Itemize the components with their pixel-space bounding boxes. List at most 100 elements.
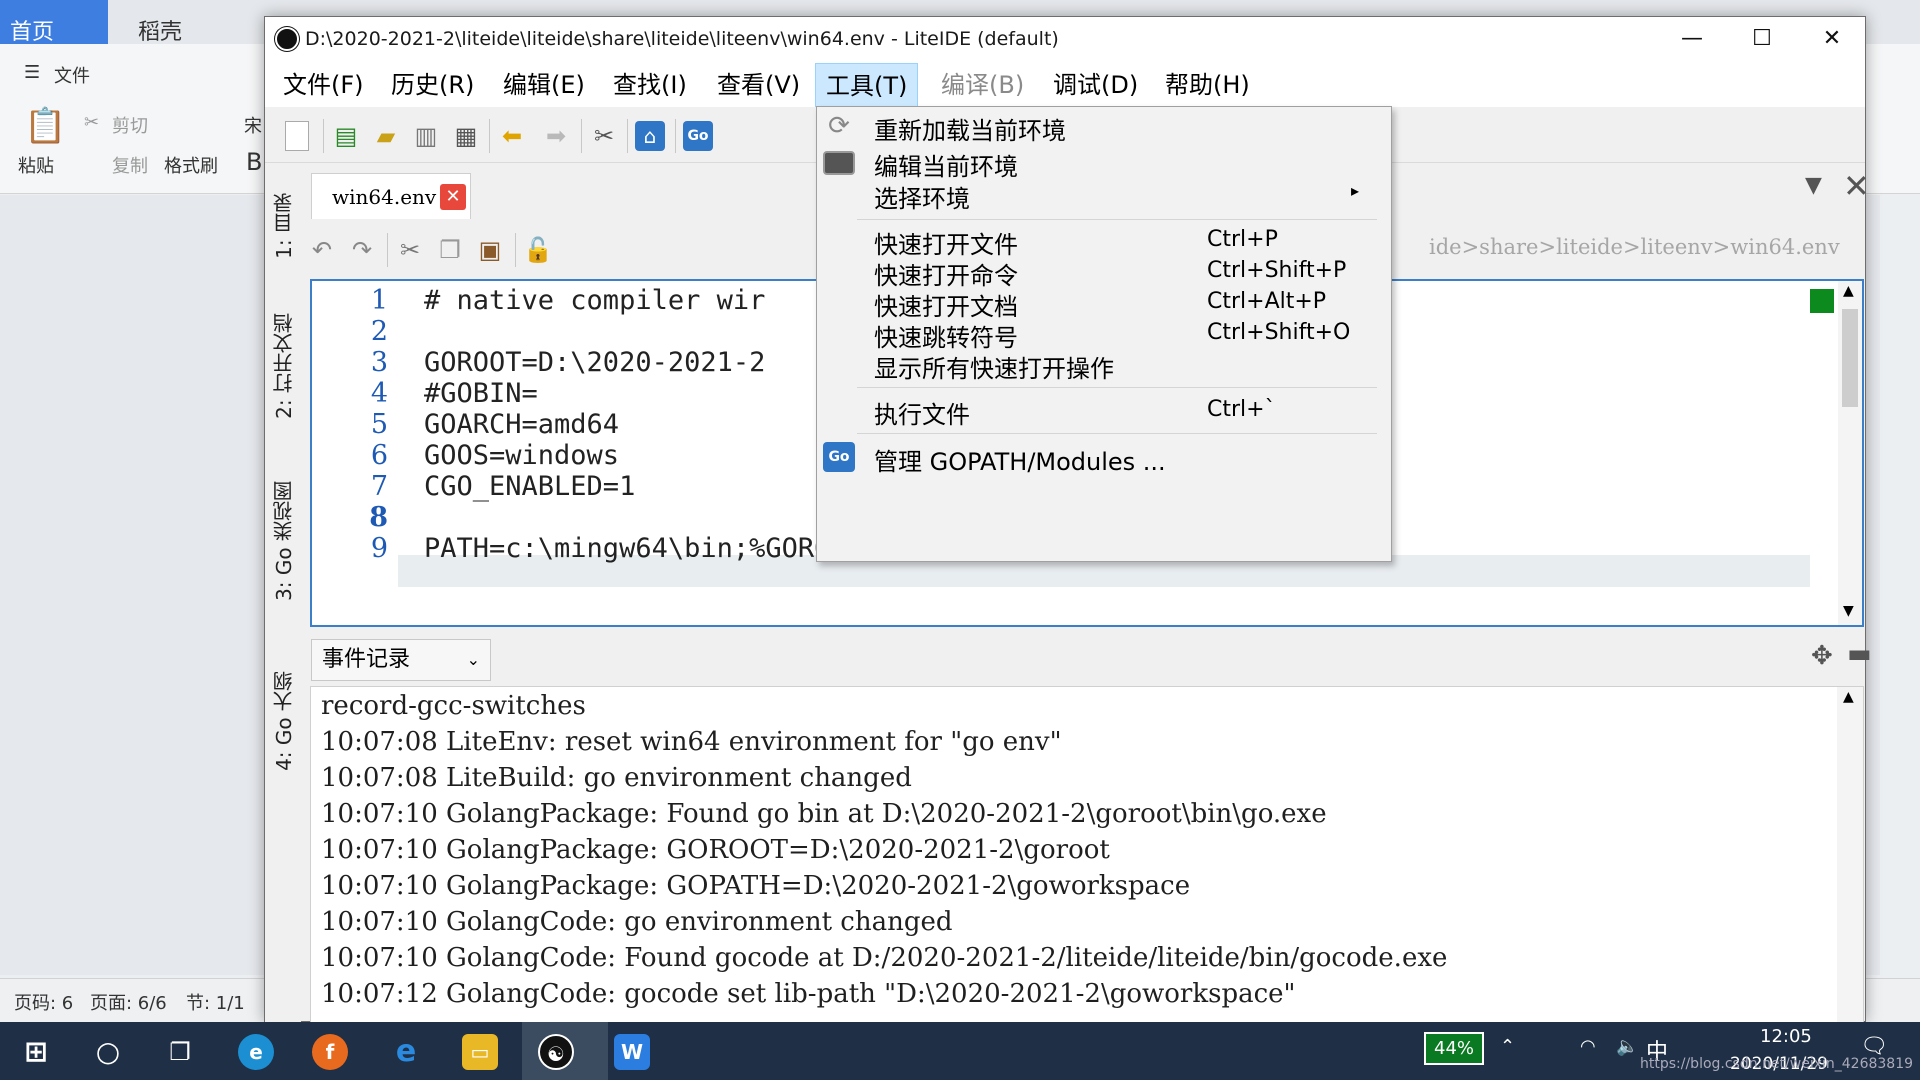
scroll-up-icon[interactable]: ▲	[1843, 283, 1854, 299]
menu-tools[interactable]: 工具(T)	[815, 63, 919, 107]
menu-file[interactable]: 文件(F)	[273, 63, 374, 107]
menu-debug[interactable]: 调试(D)	[1043, 63, 1148, 107]
menu-item-manage-gopath[interactable]: Go 管理 GOPATH/Modules ...	[817, 440, 1391, 476]
toolbar-separator	[581, 119, 582, 153]
scissors-icon: ✂	[84, 112, 100, 133]
menu-edit[interactable]: 编辑(E)	[493, 63, 595, 107]
wps-right-scrollbar[interactable]	[1880, 195, 1920, 975]
close-window-button[interactable]: ✕	[1797, 17, 1867, 63]
notification-icon[interactable]: 🗨	[1860, 1034, 1888, 1059]
undo-icon[interactable]: ↶	[307, 235, 337, 265]
minimize-pane-icon[interactable]: ▬	[1847, 639, 1872, 669]
forward-arrow-icon[interactable]: ➡	[541, 121, 571, 151]
file-explorer-icon[interactable]: ▭	[462, 1034, 498, 1070]
wps-file-menu[interactable]: 文件	[54, 62, 90, 88]
menu-item-select-env[interactable]: 选择环境 ▸	[817, 177, 1391, 213]
log-line: 10:07:10 GolangCode: go environment chan…	[321, 907, 953, 937]
line-number: 1	[370, 285, 388, 316]
cut-icon[interactable]: ✂	[395, 235, 425, 265]
code-line: CGO_ENABLED=1	[424, 471, 636, 502]
clock-time[interactable]: 12:05	[1760, 1026, 1812, 1047]
dock-tab-go-outline[interactable]: 4: Go 大纲	[269, 671, 297, 771]
liteide-task-icon[interactable]: ☯	[538, 1034, 574, 1070]
dock-tab-open-docs[interactable]: 2: 打开文档	[269, 313, 297, 419]
reload-icon: ⟳	[828, 111, 850, 141]
go-icon[interactable]: Go	[683, 121, 713, 151]
menu-find[interactable]: 查找(I)	[603, 63, 697, 107]
paste-icon[interactable]: ▣	[475, 235, 505, 265]
wps-paste-button[interactable]: 粘贴	[18, 152, 54, 178]
scroll-down-icon[interactable]: ▼	[1843, 603, 1854, 619]
toolbar-separator	[489, 119, 490, 153]
volume-icon[interactable]: 🔈	[1616, 1036, 1638, 1057]
output-header: 事件记录 ⌄ ✥ ▬	[301, 627, 1872, 685]
clipboard-icon[interactable]: 📋	[24, 106, 66, 146]
menu-item-edit-env[interactable]: 编辑当前环境	[817, 145, 1391, 181]
wps-cut-button[interactable]: 剪切	[112, 112, 148, 138]
output-selector[interactable]: 事件记录 ⌄	[311, 639, 491, 681]
lock-icon[interactable]: 🔓	[523, 235, 553, 265]
menu-item-label: 显示所有快速打开操作	[874, 355, 1114, 383]
open-folder-icon[interactable]: ▰	[371, 121, 401, 151]
event-log-output[interactable]: record-gcc-switches 10:07:08 LiteEnv: re…	[310, 686, 1864, 1024]
maximize-button[interactable]: ☐	[1727, 17, 1797, 63]
editor-scroll-thumb[interactable]	[1842, 309, 1858, 407]
code-line: GOARCH=amd64	[424, 409, 620, 440]
menu-item-shortcut: Ctrl+Alt+P	[1207, 289, 1327, 314]
menu-help[interactable]: 帮助(H)	[1155, 63, 1260, 107]
menu-item-run-file[interactable]: 执行文件 Ctrl+`	[817, 393, 1391, 429]
wps-tab-docer[interactable]: 稻壳	[128, 0, 258, 45]
dock-tab-go-class-view[interactable]: 3: Go 类视图	[269, 481, 297, 601]
wps-task-icon[interactable]: W	[614, 1034, 650, 1070]
code-line: GOOS=windows	[424, 440, 620, 471]
minimize-button[interactable]: —	[1657, 17, 1727, 63]
menu-item-reload-env[interactable]: ⟳ 重新加载当前环境	[817, 109, 1391, 145]
status-section: 节: 1/1	[186, 993, 245, 1014]
redo-icon[interactable]: ↷	[347, 235, 377, 265]
submenu-arrow-icon: ▸	[1351, 181, 1360, 200]
status-page-code: 页码: 6	[14, 993, 74, 1014]
open-file-icon[interactable]: ▤	[331, 121, 361, 151]
wps-tab-home[interactable]: 首页	[0, 0, 108, 45]
tools-icon[interactable]: ✂	[589, 121, 619, 151]
menu-view[interactable]: 查看(V)	[707, 63, 810, 107]
edge-browser-icon[interactable]: e	[238, 1034, 274, 1070]
tray-chevron-icon[interactable]: ⌃	[1500, 1036, 1515, 1057]
save-all-icon[interactable]: ▦	[451, 121, 481, 151]
menu-build[interactable]: 编译(B)	[931, 63, 1034, 107]
wps-font-box[interactable]: 宋	[244, 112, 262, 138]
wps-copy-button[interactable]: 复制	[112, 152, 148, 178]
ie-browser-icon[interactable]: e	[388, 1034, 424, 1070]
line-number: 9	[370, 533, 388, 564]
copy-icon[interactable]: ❐	[435, 235, 465, 265]
battery-indicator[interactable]: 44%	[1424, 1032, 1485, 1065]
firefox-icon[interactable]: f	[312, 1034, 348, 1070]
wps-bold-button[interactable]: B	[246, 148, 262, 176]
log-line: 10:07:10 GolangCode: Found gocode at D:/…	[321, 943, 1448, 973]
menu-history[interactable]: 历史(R)	[381, 63, 484, 107]
float-pane-icon[interactable]: ✥	[1811, 641, 1833, 671]
breadcrumb[interactable]: ide>share>liteide>liteenv>win64.env	[1429, 235, 1840, 259]
line-number-current: 8	[369, 502, 388, 533]
editor-tab[interactable]: win64.env ✕	[311, 173, 471, 219]
task-view-icon[interactable]: ❐	[162, 1034, 198, 1070]
editor-tab-label: win64.env	[332, 185, 437, 209]
dock-tab-directory[interactable]: 1: 目录	[269, 193, 297, 259]
home-icon[interactable]: ⌂	[635, 121, 665, 151]
search-icon[interactable]: ○	[90, 1034, 126, 1070]
tab-list-chevron-icon[interactable]: ▼	[1805, 173, 1822, 198]
editor-scrollbar[interactable]: ▲ ▼	[1838, 281, 1862, 625]
close-tab-icon[interactable]: ✕	[440, 184, 466, 210]
wifi-icon[interactable]: ◠	[1580, 1036, 1596, 1057]
wps-menu-icon[interactable]: ☰	[24, 62, 40, 83]
menu-item-show-all-quick-open[interactable]: 显示所有快速打开操作	[817, 347, 1391, 383]
output-scrollbar[interactable]: ▲	[1837, 687, 1863, 1023]
save-icon[interactable]: ▥	[411, 121, 441, 151]
windows-start-icon[interactable]: ⊞	[18, 1034, 54, 1070]
scroll-up-icon[interactable]: ▲	[1843, 689, 1854, 705]
back-arrow-icon[interactable]: ⬅	[497, 121, 527, 151]
new-file-icon[interactable]	[285, 121, 309, 151]
wps-format-painter-button[interactable]: 格式刷	[164, 152, 218, 178]
close-editor-icon[interactable]: ✕	[1843, 167, 1870, 205]
line-number: 4	[370, 378, 388, 409]
